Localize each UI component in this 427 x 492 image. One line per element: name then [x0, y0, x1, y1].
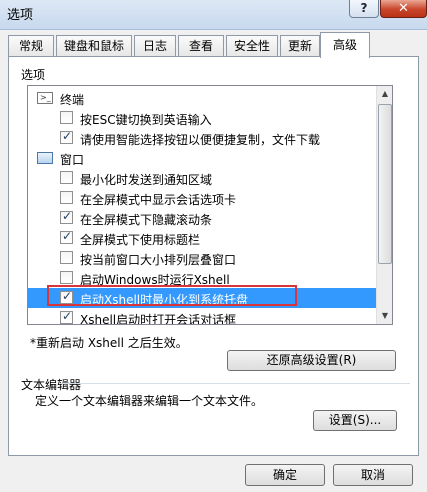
tree-option[interactable]: ✓ Xshell启动时打开会话对话框 — [28, 308, 377, 325]
restore-advanced-settings-button[interactable]: 还原高级设置(R) — [227, 350, 396, 371]
option-label: 全屏模式下使用标题栏 — [80, 233, 201, 247]
option-label: Xshell启动时打开会话对话框 — [80, 313, 237, 325]
checkbox[interactable]: ✓ — [60, 171, 73, 184]
checkbox[interactable]: ✓ — [60, 129, 73, 144]
tree-option[interactable]: ✓ 请使用智能选择按钮以便便捷复制，文件下载 — [28, 128, 377, 148]
tree-option[interactable]: ✓ 在全屏模式中显示会话选项卡 — [28, 188, 377, 208]
restart-note: *重新启动 Xshell 之后生效。 — [30, 336, 188, 350]
checkbox[interactable]: ✓ — [60, 229, 73, 244]
scroll-up-arrow-icon[interactable]: ▲ — [377, 86, 392, 102]
settings-button[interactable]: 设置(S)... — [313, 410, 397, 431]
checkbox[interactable]: ✓ — [60, 309, 73, 324]
tree-option[interactable]: ✓ 在全屏模式下隐藏滚动条 — [28, 208, 377, 228]
check-mark-icon: ✓ — [62, 209, 73, 223]
check-mark-icon: ✓ — [62, 129, 73, 143]
tab-keyboard-mouse[interactable]: 键盘和鼠标 — [56, 35, 132, 57]
text-editor-group-label: 文本编辑器 — [21, 378, 82, 392]
tree-category-window[interactable]: 窗口 — [28, 148, 377, 168]
category-label: 终端 — [60, 93, 85, 107]
scroll-down-arrow-icon[interactable]: ▼ — [377, 308, 392, 324]
option-label: 最小化时发送到通知区域 — [80, 173, 213, 187]
option-label: 按ESC键切换到英语输入 — [80, 113, 212, 127]
option-label: 在全屏模式下隐藏滚动条 — [80, 213, 213, 227]
check-mark-icon: ✓ — [62, 229, 73, 243]
window-title: 选项 — [7, 8, 34, 23]
tab-strip: 常规 键盘和鼠标 日志 查看 安全性 更新 高级 — [8, 32, 419, 58]
tab-update[interactable]: 更新 — [280, 35, 320, 57]
checkbox[interactable]: ✓ — [60, 191, 73, 204]
checkbox[interactable]: ✓ — [60, 271, 73, 284]
tree-option[interactable]: ✓ 按当前窗口大小排列层叠窗口 — [28, 248, 377, 268]
checkbox[interactable]: ✓ — [60, 209, 73, 224]
ok-button[interactable]: 确定 — [245, 464, 325, 486]
tab-view[interactable]: 查看 — [178, 35, 224, 57]
group-divider — [60, 383, 410, 384]
vertical-scrollbar[interactable]: ▲ ▼ — [376, 86, 392, 324]
options-group-label: 选项 — [21, 68, 46, 82]
option-label: 按当前窗口大小排列层叠窗口 — [80, 253, 237, 267]
tab-security[interactable]: 安全性 — [226, 35, 278, 57]
red-highlight-frame — [47, 285, 297, 306]
cancel-button[interactable]: 取消 — [333, 464, 413, 486]
option-label: 在全屏模式中显示会话选项卡 — [80, 193, 237, 207]
scrollbar-thumb[interactable] — [378, 104, 392, 264]
category-label: 窗口 — [60, 153, 85, 167]
tree-category-terminal[interactable]: >_ 终端 — [28, 88, 377, 108]
tree-option[interactable]: ✓ 最小化时发送到通知区域 — [28, 168, 377, 188]
check-mark-icon: ✓ — [62, 309, 73, 323]
tab-advanced[interactable]: 高级 — [320, 32, 370, 58]
tab-general[interactable]: 常规 — [8, 35, 54, 57]
help-button[interactable]: ? — [349, 0, 379, 18]
checkbox[interactable]: ✓ — [60, 251, 73, 264]
option-label: 请使用智能选择按钮以便便捷复制，文件下载 — [80, 133, 321, 147]
tab-log[interactable]: 日志 — [134, 35, 176, 57]
close-button[interactable]: ✕ — [380, 0, 427, 18]
tree-option[interactable]: ✓ 按ESC键切换到英语输入 — [28, 108, 377, 128]
title-bar: 选项 ? ✕ — [0, 0, 427, 30]
terminal-icon: >_ — [37, 92, 53, 104]
window-icon — [37, 152, 53, 164]
text-editor-description: 定义一个文本编辑器来编辑一个文本文件。 — [35, 394, 264, 408]
checkbox[interactable]: ✓ — [60, 111, 73, 124]
tree-option[interactable]: ✓ 全屏模式下使用标题栏 — [28, 228, 377, 248]
